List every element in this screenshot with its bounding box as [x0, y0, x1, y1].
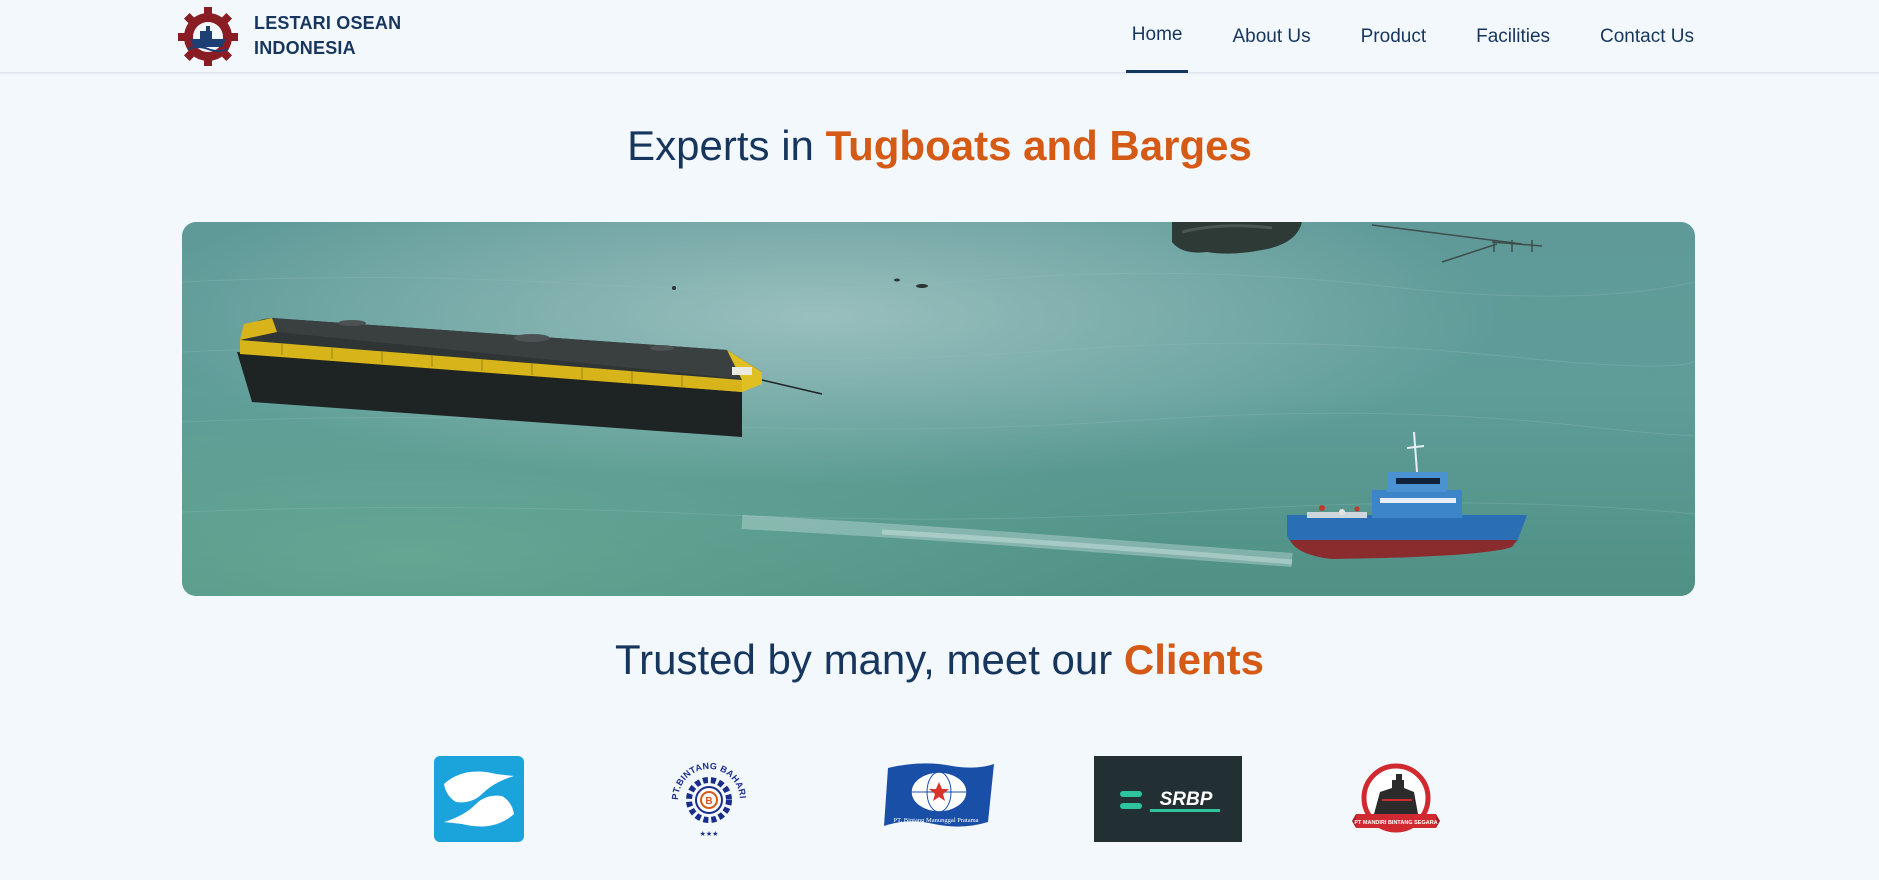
brand-line-1: LESTARI OSEAN: [254, 13, 402, 33]
gear-ship-logo-icon: [178, 7, 238, 66]
clients-title-accent: Clients: [1123, 636, 1264, 683]
hero-title-plain: Experts in: [627, 122, 826, 169]
brand-name: LESTARI OSEAN INDONESIA: [254, 11, 401, 61]
nav-home[interactable]: Home: [1125, 0, 1189, 73]
svg-text:B: B: [705, 796, 712, 807]
site-header: LESTARI OSEAN INDONESIA Home About Us Pr…: [0, 0, 1879, 73]
nav-product[interactable]: Product: [1336, 0, 1451, 73]
client-bintang-manunggal-text: PT. Bintang Manunggal Pratama: [893, 817, 978, 824]
client-srbp-text: SRBP: [1160, 789, 1213, 810]
client-bintang-manunggal-logo: PT. Bintang Manunggal Pratama: [884, 763, 994, 827]
client-s-logo: [434, 756, 524, 842]
hero-title: Experts in Tugboats and Barges: [0, 122, 1879, 170]
nav-contact-us[interactable]: Contact Us: [1575, 0, 1694, 73]
tugboat-barge-scene: [182, 222, 1695, 596]
client-mandiri-bintang-logo: PT MANDIRI BINTANG SEGARA: [1352, 763, 1440, 833]
clients-logo-row: PT.BINTANG BAHARI MARITIM B ★★★ PT. Bint…: [0, 756, 1879, 842]
clients-title: Trusted by many, meet our Clients: [0, 636, 1879, 684]
nav-about-us[interactable]: About Us: [1207, 0, 1335, 73]
client-bintang-bahari-logo: PT.BINTANG BAHARI MARITIM B ★★★: [666, 756, 748, 838]
nav-facilities[interactable]: Facilities: [1451, 0, 1575, 73]
hero-title-accent: Tugboats and Barges: [825, 122, 1252, 169]
client-srbp-logo: SRBP: [1094, 756, 1242, 842]
hero-image: [182, 222, 1695, 596]
brand-line-2: INDONESIA: [254, 38, 356, 58]
clients-title-plain: Trusted by many, meet our: [615, 636, 1124, 683]
main-nav: Home About Us Product Facilities Contact…: [1125, 0, 1694, 73]
svg-text:★★★: ★★★: [700, 830, 719, 838]
client-mandiri-bintang-text: PT MANDIRI BINTANG SEGARA: [1354, 820, 1437, 826]
brand-logo[interactable]: LESTARI OSEAN INDONESIA: [178, 6, 401, 66]
